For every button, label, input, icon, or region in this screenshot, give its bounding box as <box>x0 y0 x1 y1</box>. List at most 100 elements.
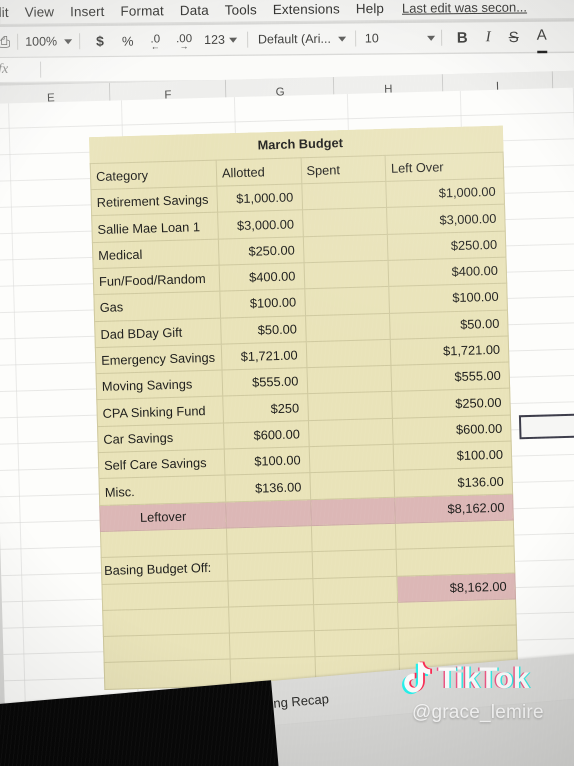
menu-item-insert[interactable]: Insert <box>62 3 113 19</box>
spacer-value[interactable] <box>395 519 515 550</box>
cell-allotted[interactable]: $250 <box>222 394 308 423</box>
cell-category[interactable]: CPA Sinking Fund <box>96 396 224 427</box>
cell-category[interactable]: Sallie Mae Loan 1 <box>91 212 219 243</box>
cell-left-over[interactable]: $250.00 <box>387 230 506 261</box>
increase-decimal-button[interactable]: .00 → <box>176 25 192 55</box>
cell-spent[interactable] <box>302 234 389 263</box>
cell-spent[interactable] <box>306 365 392 395</box>
cell-category[interactable]: Moving Savings <box>96 370 223 401</box>
cell-spent[interactable] <box>303 260 389 290</box>
spacer-label[interactable] <box>100 527 228 558</box>
cell-category[interactable]: Retirement Savings <box>90 186 218 217</box>
cell-spent[interactable] <box>304 286 390 316</box>
cell-spent[interactable] <box>305 339 391 368</box>
basing-total-value[interactable]: $8,162.00 <box>396 572 516 603</box>
currency-format-button[interactable]: $ <box>96 26 104 56</box>
empty-cell[interactable] <box>229 630 315 660</box>
title-spacer-right <box>384 125 504 156</box>
basing-cell[interactable] <box>227 551 313 581</box>
formula-input[interactable] <box>41 65 574 70</box>
cell-left-over[interactable]: $136.00 <box>393 467 513 497</box>
cell-spent[interactable] <box>309 470 395 500</box>
decrease-decimal-button[interactable]: .0 ← <box>150 25 160 55</box>
leftover-label[interactable]: Leftover <box>99 501 227 532</box>
basing-total-cell[interactable] <box>312 575 398 605</box>
tiktok-note-icon <box>398 660 432 698</box>
cell-allotted[interactable]: $136.00 <box>224 473 311 502</box>
cell-category[interactable]: Misc. <box>99 475 226 506</box>
cell-allotted[interactable]: $555.00 <box>222 367 308 397</box>
menu-item-edit[interactable]: dit <box>0 4 17 19</box>
cell-category[interactable]: Emergency Savings <box>95 343 223 374</box>
menu-item-data[interactable]: Data <box>172 2 217 17</box>
percent-format-button[interactable]: % <box>122 26 134 56</box>
cell-spent[interactable] <box>305 312 391 342</box>
cell-allotted[interactable]: $50.00 <box>220 315 306 344</box>
cell-category[interactable]: Car Savings <box>97 422 225 453</box>
basing-budget-label[interactable]: Basing Budget Off: <box>101 554 228 585</box>
font-size-dropdown[interactable]: 10 <box>365 23 435 54</box>
spreadsheet-grid[interactable]: March Budget Category Allotted Spent Lef… <box>0 86 574 704</box>
empty-cell[interactable] <box>313 602 399 631</box>
cell-spent[interactable] <box>308 444 394 474</box>
print-icon[interactable]: ⎙ <box>0 27 10 57</box>
empty-cell[interactable] <box>228 604 314 634</box>
selected-cell[interactable] <box>518 413 574 440</box>
menu-item-help[interactable]: Help <box>348 0 392 15</box>
menu-item-tools[interactable]: Tools <box>217 2 265 18</box>
empty-cell[interactable] <box>103 633 231 663</box>
last-edit-status[interactable]: Last edit was secon... <box>402 0 527 15</box>
cell-left-over[interactable]: $400.00 <box>388 257 507 287</box>
empty-cell[interactable] <box>398 625 517 655</box>
more-formats-label: 123 <box>204 32 226 48</box>
spacer-cell[interactable] <box>226 525 312 555</box>
cell-left-over[interactable]: $3,000.00 <box>386 204 506 235</box>
cell-allotted[interactable]: $250.00 <box>218 236 304 266</box>
empty-cell[interactable] <box>102 606 230 637</box>
basing-total-label[interactable] <box>101 580 229 611</box>
cell-allotted[interactable]: $400.00 <box>219 262 305 292</box>
cell-left-over[interactable]: $600.00 <box>392 414 512 445</box>
cell-category[interactable]: Medical <box>92 238 220 269</box>
strikethrough-button[interactable]: S <box>509 22 519 52</box>
basing-value[interactable] <box>396 546 515 576</box>
cell-left-over[interactable]: $50.00 <box>389 309 509 340</box>
cell-left-over[interactable]: $100.00 <box>388 283 508 313</box>
cell-category[interactable]: Dad BDay Gift <box>94 317 222 348</box>
cell-spent[interactable] <box>307 418 394 447</box>
cell-allotted[interactable]: $1,000.00 <box>216 183 303 213</box>
cell-allotted[interactable]: $100.00 <box>219 289 306 318</box>
cell-spent[interactable] <box>302 207 388 237</box>
cell-left-over[interactable]: $1,721.00 <box>390 335 509 366</box>
cell-allotted[interactable]: $600.00 <box>223 420 309 450</box>
cell-spent[interactable] <box>301 181 387 211</box>
empty-cell[interactable] <box>313 628 400 658</box>
italic-button[interactable]: I <box>486 22 491 52</box>
bold-button[interactable]: B <box>457 22 468 52</box>
basing-cell[interactable] <box>311 549 397 579</box>
leftover-allotted[interactable] <box>225 499 311 528</box>
menu-item-format[interactable]: Format <box>112 3 172 19</box>
cell-category[interactable]: Gas <box>93 291 221 322</box>
basing-total-cell[interactable] <box>227 578 314 607</box>
menu-item-extensions[interactable]: Extensions <box>265 1 348 17</box>
cell-category[interactable]: Self Care Savings <box>98 449 225 479</box>
cell-left-over[interactable]: $1,000.00 <box>385 178 505 208</box>
cell-allotted[interactable]: $3,000.00 <box>217 210 303 239</box>
leftover-spent[interactable] <box>310 496 396 526</box>
font-family-dropdown[interactable]: Default (Ari... <box>258 24 346 55</box>
spacer-cell[interactable] <box>310 523 397 552</box>
cell-spent[interactable] <box>307 391 393 421</box>
more-formats-dropdown[interactable]: 123 <box>204 25 237 55</box>
cell-left-over[interactable]: $555.00 <box>390 362 510 392</box>
menu-item-view[interactable]: View <box>17 4 63 19</box>
cell-allotted[interactable]: $1,721.00 <box>221 341 307 371</box>
empty-cell[interactable] <box>397 598 517 629</box>
text-color-button[interactable]: A <box>536 19 547 54</box>
zoom-dropdown[interactable]: 100% <box>25 26 73 56</box>
leftover-value[interactable]: $8,162.00 <box>394 493 514 524</box>
cell-allotted[interactable]: $100.00 <box>224 446 310 476</box>
cell-category[interactable]: Fun/Food/Random <box>93 265 220 295</box>
cell-left-over[interactable]: $250.00 <box>391 388 511 419</box>
cell-left-over[interactable]: $100.00 <box>393 441 512 471</box>
